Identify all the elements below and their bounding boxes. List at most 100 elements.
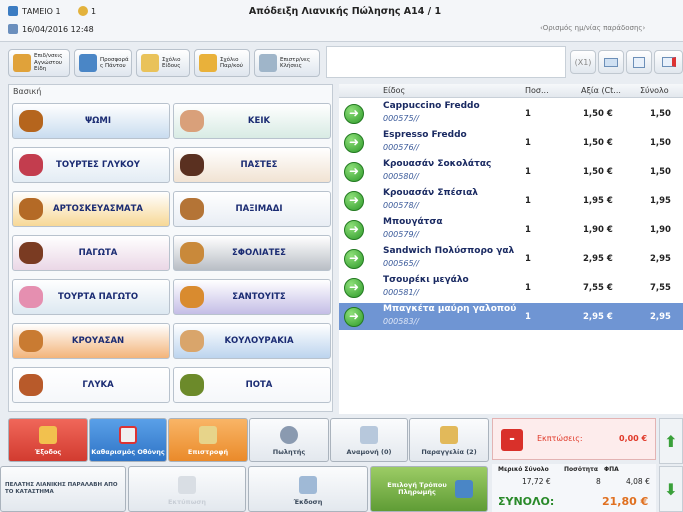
category-icon [180,374,204,396]
person-icon [280,426,298,444]
category-label: ΑΡΤΟΣΚΕΥΑΣΜΑΤΑ [53,204,143,214]
receipt-comment-button[interactable]: Σχόλιο Παρ/κού [194,49,250,77]
seller-button[interactable]: Πωλητής [249,418,329,462]
issue-receipt-button[interactable]: Έκδοση [248,466,368,512]
item-qty: 1 [525,167,531,177]
discount-value: 0,00 € [619,434,648,443]
table-row[interactable]: ➜ Μπουγάτσα 000579// 1 1,90 € 1,90 [339,216,683,243]
add-arrow-icon[interactable]: ➜ [344,307,364,327]
remove-line-icon[interactable] [654,50,683,74]
category-label: ΣΑΝΤΟΥΙΤΣ [232,292,286,302]
user-icon [78,6,88,16]
column-total[interactable]: Σύνολο [640,86,669,95]
table-row[interactable]: ➜ Κρουασάν Σοκολάτας 000580// 1 1,50 € 1,50 [339,158,683,185]
category-button[interactable]: ΤΟΥΡΤΕΣ ΓΛΥΚΟΥ [12,147,170,183]
offers-label: Προσφορά ς Πάντου [100,56,129,70]
category-button[interactable]: ΓΛΥΚΑ [12,367,170,403]
payment-method-label: Επιλογή Τρόπου Πληρωμής [387,481,447,496]
category-button[interactable]: ΣΦΟΛΙΑΤΕΣ [173,235,331,271]
door-icon [39,426,57,444]
add-arrow-icon[interactable]: ➜ [344,104,364,124]
category-group-tab[interactable]: Βασική [9,85,332,99]
item-name: Espresso Freddo [383,130,467,140]
unknown-items-button[interactable]: Επιδ/νσεις Αγνώστου Είδη [8,49,70,77]
category-icon [19,198,43,220]
table-header: Είδος Ποσ... Αξία (Ct... Σύνολο [339,84,683,98]
scroll-down-button[interactable]: ⬇ [659,466,683,512]
returned-calls-button[interactable]: Επιστρ/νες Κλήσεις [254,49,320,77]
delivery-date-link[interactable]: ‹Ορισμός ημ/νίας παράδοσης› [540,24,645,32]
return-button[interactable]: Επιστροφή [168,418,248,462]
add-arrow-icon[interactable]: ➜ [344,133,364,153]
item-name: Cappuccino Freddo [383,101,480,111]
minus-icon[interactable]: - [501,429,523,451]
category-button[interactable]: ΚΕΙΚ [173,103,331,139]
offers-button[interactable]: Προσφορά ς Πάντου [74,49,132,77]
table-row[interactable]: ➜ Sandwich Πολύσπορο γαλ 000565// 1 2,95 € 2,… [339,245,683,272]
column-price[interactable]: Αξία (Ct... [581,86,621,95]
add-arrow-icon[interactable]: ➜ [344,278,364,298]
category-button[interactable]: ΠΑΞΙΜΑΔΙ [173,191,331,227]
payment-method-button[interactable]: Επιλογή Τρόπου Πληρωμής [370,466,488,512]
vat-label: ΦΠΑ [604,466,619,473]
column-item[interactable]: Είδος [383,86,405,95]
order-button[interactable]: Παραγγελία (2) [409,418,489,462]
table-row[interactable]: ➜ Τσουρέκι μεγάλο 000581// 1 7,55 € 7,55 [339,274,683,301]
register-label: ΤΑΜΕΙΟ 1 [22,6,61,16]
clear-screen-button[interactable]: Καθαρισμός Οθόνης [89,418,167,462]
exit-button[interactable]: Έξοδος [8,418,88,462]
category-icon [180,154,204,176]
quantity-button[interactable]: (X1) [570,50,596,74]
table-row[interactable]: ➜ Μπαγκέτα μαύρη γαλοπού 000583// 1 2,95 € 2,… [339,303,683,330]
add-arrow-icon[interactable]: ➜ [344,249,364,269]
customer-label: ΠΕΛΑΤΗΣ ΛΙΑΝΙΚΗΣ ΠΑΡΑΛΑΒΗ ΑΠΟ ΤΟ ΚΑΤΑΣΤΗ… [5,482,118,495]
add-arrow-icon[interactable]: ➜ [344,162,364,182]
item-code: 000575// [383,114,419,123]
item-comment-button[interactable]: Σχόλιο Είδους [136,49,190,77]
category-label: ΚΟΥΛΟΥΡΑΚΙΑ [224,336,294,346]
category-button[interactable]: ΣΑΝΤΟΥΙΤΣ [173,279,331,315]
table-row[interactable]: ➜ Cappuccino Freddo 000575// 1 1,50 € 1,50 [339,100,683,127]
item-qty: 1 [525,196,531,206]
customer-button[interactable]: ΠΕΛΑΤΗΣ ΛΙΑΝΙΚΗΣ ΠΑΡΑΛΑΒΗ ΑΠΟ ΤΟ ΚΑΤΑΣΤΗ… [0,466,126,512]
column-qty[interactable]: Ποσ... [525,86,549,95]
category-button[interactable]: ΠΑΣΤΕΣ [173,147,331,183]
scroll-up-button[interactable]: ⬆ [659,418,683,464]
item-qty: 1 [525,109,531,119]
phone-icon [259,54,277,72]
item-code: 000578// [383,201,419,210]
datetime-info: 16/04/2016 12:48 [8,24,94,34]
category-button[interactable]: ΠΟΤΑ [173,367,331,403]
arrow-up-icon: ⬆ [664,431,678,451]
category-button[interactable]: ΑΡΤΟΣΚΕΥΑΣΜΑΤΑ [12,191,170,227]
add-arrow-icon[interactable]: ➜ [344,220,364,240]
item-total: 1,50 [650,109,671,119]
keyboard-icon[interactable] [598,50,624,74]
item-price: 1,90 € [583,225,613,235]
calendar-button-icon[interactable] [626,50,652,74]
category-button[interactable]: ΨΩΜΙ [12,103,170,139]
item-code: 000565// [383,259,419,268]
category-label: ΓΛΥΚΑ [82,380,114,390]
item-code: 000583// [383,317,419,326]
print-button[interactable]: Εκτύπωση [128,466,246,512]
table-row[interactable]: ➜ Espresso Freddo 000576// 1 1,50 € 1,50 [339,129,683,156]
item-name: Τσουρέκι μεγάλο [383,275,469,285]
add-arrow-icon[interactable]: ➜ [344,191,364,211]
category-button[interactable]: ΤΟΥΡΤΑ ΠΑΓΩΤΟ [12,279,170,315]
barcode-search-input[interactable] [326,46,566,78]
user-info[interactable]: 1 [78,6,96,16]
header-bar: ΤΑΜΕΙΟ 1 1 16/04/2016 12:48 Απόδειξη Λια… [0,0,683,42]
item-qty: 1 [525,138,531,148]
printer-icon [178,476,196,494]
comment-icon [141,54,159,72]
category-button[interactable]: ΚΟΥΛΟΥΡΑΚΙΑ [173,323,331,359]
category-button[interactable]: ΚΡΟΥΑΣΑΝ [12,323,170,359]
table-row[interactable]: ➜ Κρουασάν Σπέσιαλ 000578// 1 1,95 € 1,95 [339,187,683,214]
returned-calls-label: Επιστρ/νες Κλήσεις [280,56,311,70]
item-price: 2,95 € [583,312,613,322]
hold-button[interactable]: Αναμονή (0) [330,418,408,462]
category-icon [19,154,43,176]
receipt-comment-label: Σχόλιο Παρ/κού [220,56,243,70]
category-button[interactable]: ΠΑΓΩΤΑ [12,235,170,271]
